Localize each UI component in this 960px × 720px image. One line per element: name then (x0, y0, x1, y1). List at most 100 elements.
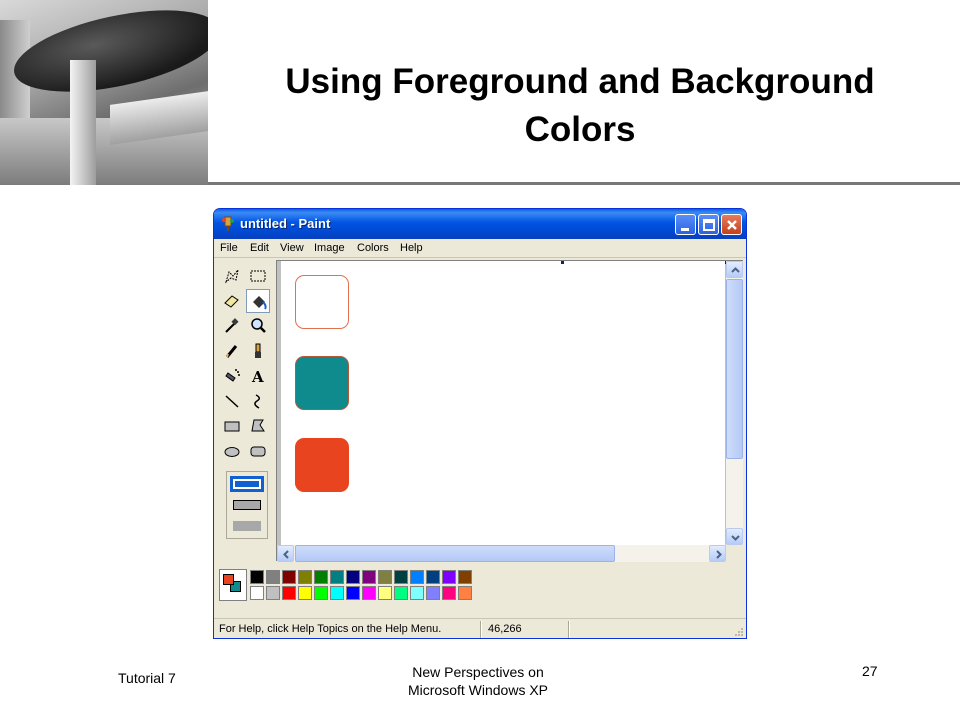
free-form-select-tool[interactable] (220, 264, 244, 288)
palette-color-swatch[interactable] (250, 586, 264, 600)
rectangle-tool[interactable] (220, 414, 244, 438)
free-form-select-icon (225, 269, 239, 284)
palette-color-swatch[interactable] (426, 570, 440, 584)
status-divider (480, 621, 482, 638)
palette-color-swatch[interactable] (442, 570, 456, 584)
palette-color-swatch[interactable] (362, 586, 376, 600)
magnifier-tool[interactable] (246, 314, 270, 338)
status-bar: For Help, click Help Topics on the Help … (214, 618, 746, 638)
eraser-icon (224, 295, 239, 308)
eraser-tool[interactable] (220, 289, 244, 313)
menu-edit[interactable]: Edit (250, 242, 269, 254)
palette-color-swatch[interactable] (298, 586, 312, 600)
palette-color-swatch[interactable] (330, 570, 344, 584)
maximize-button[interactable] (698, 214, 719, 235)
airbrush-tool[interactable] (220, 364, 244, 388)
slide-title: Using Foreground and Background Colors (220, 58, 940, 154)
rounded-rectangle-icon (250, 446, 266, 457)
paint-app-icon (222, 216, 234, 231)
minimize-icon (681, 228, 689, 231)
palette-color-swatch[interactable] (266, 586, 280, 600)
palette-color-swatch[interactable] (266, 570, 280, 584)
airbrush-icon (225, 369, 240, 382)
menu-file[interactable]: File (220, 242, 238, 254)
orange-rounded-rectangle (295, 438, 349, 492)
scroll-down-button[interactable] (726, 528, 743, 545)
palette-color-swatch[interactable] (346, 570, 360, 584)
menu-colors[interactable]: Colors (357, 242, 389, 254)
vertical-scroll-thumb[interactable] (726, 279, 743, 459)
palette-color-swatch[interactable] (378, 586, 392, 600)
close-icon (727, 220, 737, 230)
title-divider (208, 182, 960, 185)
fill-option-outline-fill[interactable] (230, 497, 264, 513)
menu-view[interactable]: View (280, 242, 304, 254)
chevron-down-icon (731, 535, 740, 541)
palette-color-swatch[interactable] (346, 586, 360, 600)
teal-rounded-rectangle (295, 356, 349, 410)
minimize-button[interactable] (675, 214, 696, 235)
canvas-area (276, 260, 743, 562)
title-bar[interactable]: untitled - Paint (214, 209, 746, 239)
text-tool[interactable]: A (246, 364, 270, 388)
palette-color-swatch[interactable] (458, 570, 472, 584)
palette-color-swatch[interactable] (410, 570, 424, 584)
resize-grip-icon[interactable] (734, 627, 744, 637)
footer-book-line1: New Perspectives on (412, 664, 544, 680)
palette-color-swatch[interactable] (458, 586, 472, 600)
palette-color-swatch[interactable] (282, 586, 296, 600)
horizontal-scrollbar[interactable] (277, 545, 726, 562)
palette-color-swatch[interactable] (330, 586, 344, 600)
menu-help[interactable]: Help (400, 242, 423, 254)
horizontal-scroll-thumb[interactable] (295, 545, 615, 562)
palette-color-swatch[interactable] (410, 586, 424, 600)
drawing-canvas[interactable] (277, 261, 728, 545)
scroll-right-button[interactable] (709, 545, 726, 562)
paint-window[interactable]: untitled - Paint File Edit View Image Co… (213, 208, 747, 639)
header-photo (0, 0, 208, 185)
palette-color-swatch[interactable] (314, 570, 328, 584)
foreground-color-swatch (223, 574, 234, 585)
brush-tool[interactable] (246, 339, 270, 363)
scroll-up-button[interactable] (726, 261, 743, 278)
palette-color-swatch[interactable] (314, 586, 328, 600)
curve-tool[interactable] (246, 389, 270, 413)
brush-icon (255, 343, 261, 358)
palette-color-swatch[interactable] (394, 570, 408, 584)
menu-bar: File Edit View Image Colors Help (214, 239, 746, 258)
polygon-tool[interactable] (246, 414, 270, 438)
paint-bucket-icon (253, 296, 267, 310)
pick-color-tool[interactable] (220, 314, 244, 338)
ellipse-tool[interactable] (220, 439, 244, 463)
palette-color-swatch[interactable] (426, 586, 440, 600)
window-title: untitled - Paint (240, 216, 331, 231)
fill-option-fill[interactable] (230, 518, 264, 534)
vertical-scrollbar[interactable] (726, 261, 743, 545)
rectangle-icon (224, 421, 240, 432)
photo-disc (7, 0, 208, 108)
menu-image[interactable]: Image (314, 242, 345, 254)
palette-color-swatch[interactable] (298, 570, 312, 584)
fill-style-options (226, 471, 268, 539)
text-icon: A (251, 368, 264, 386)
palette-color-swatch[interactable] (378, 570, 392, 584)
fill-with-color-tool[interactable] (246, 289, 270, 313)
palette-color-swatch[interactable] (442, 586, 456, 600)
line-tool[interactable] (220, 389, 244, 413)
scroll-left-button[interactable] (277, 545, 294, 562)
pencil-tool[interactable] (220, 339, 244, 363)
rounded-rectangle-tool[interactable] (246, 439, 270, 463)
close-button[interactable] (721, 214, 742, 235)
status-divider-2 (568, 621, 570, 638)
palette-color-swatch[interactable] (282, 570, 296, 584)
palette-color-swatch[interactable] (250, 570, 264, 584)
palette-color-swatch[interactable] (362, 570, 376, 584)
footer-tutorial: Tutorial 7 (118, 670, 176, 686)
chevron-up-icon (731, 267, 740, 273)
svg-text:A: A (251, 368, 264, 386)
palette-color-swatch[interactable] (394, 586, 408, 600)
select-tool[interactable] (246, 264, 270, 288)
photo-tower (70, 60, 96, 185)
resize-handle-top[interactable] (561, 261, 564, 264)
fill-option-outline[interactable] (230, 476, 264, 492)
